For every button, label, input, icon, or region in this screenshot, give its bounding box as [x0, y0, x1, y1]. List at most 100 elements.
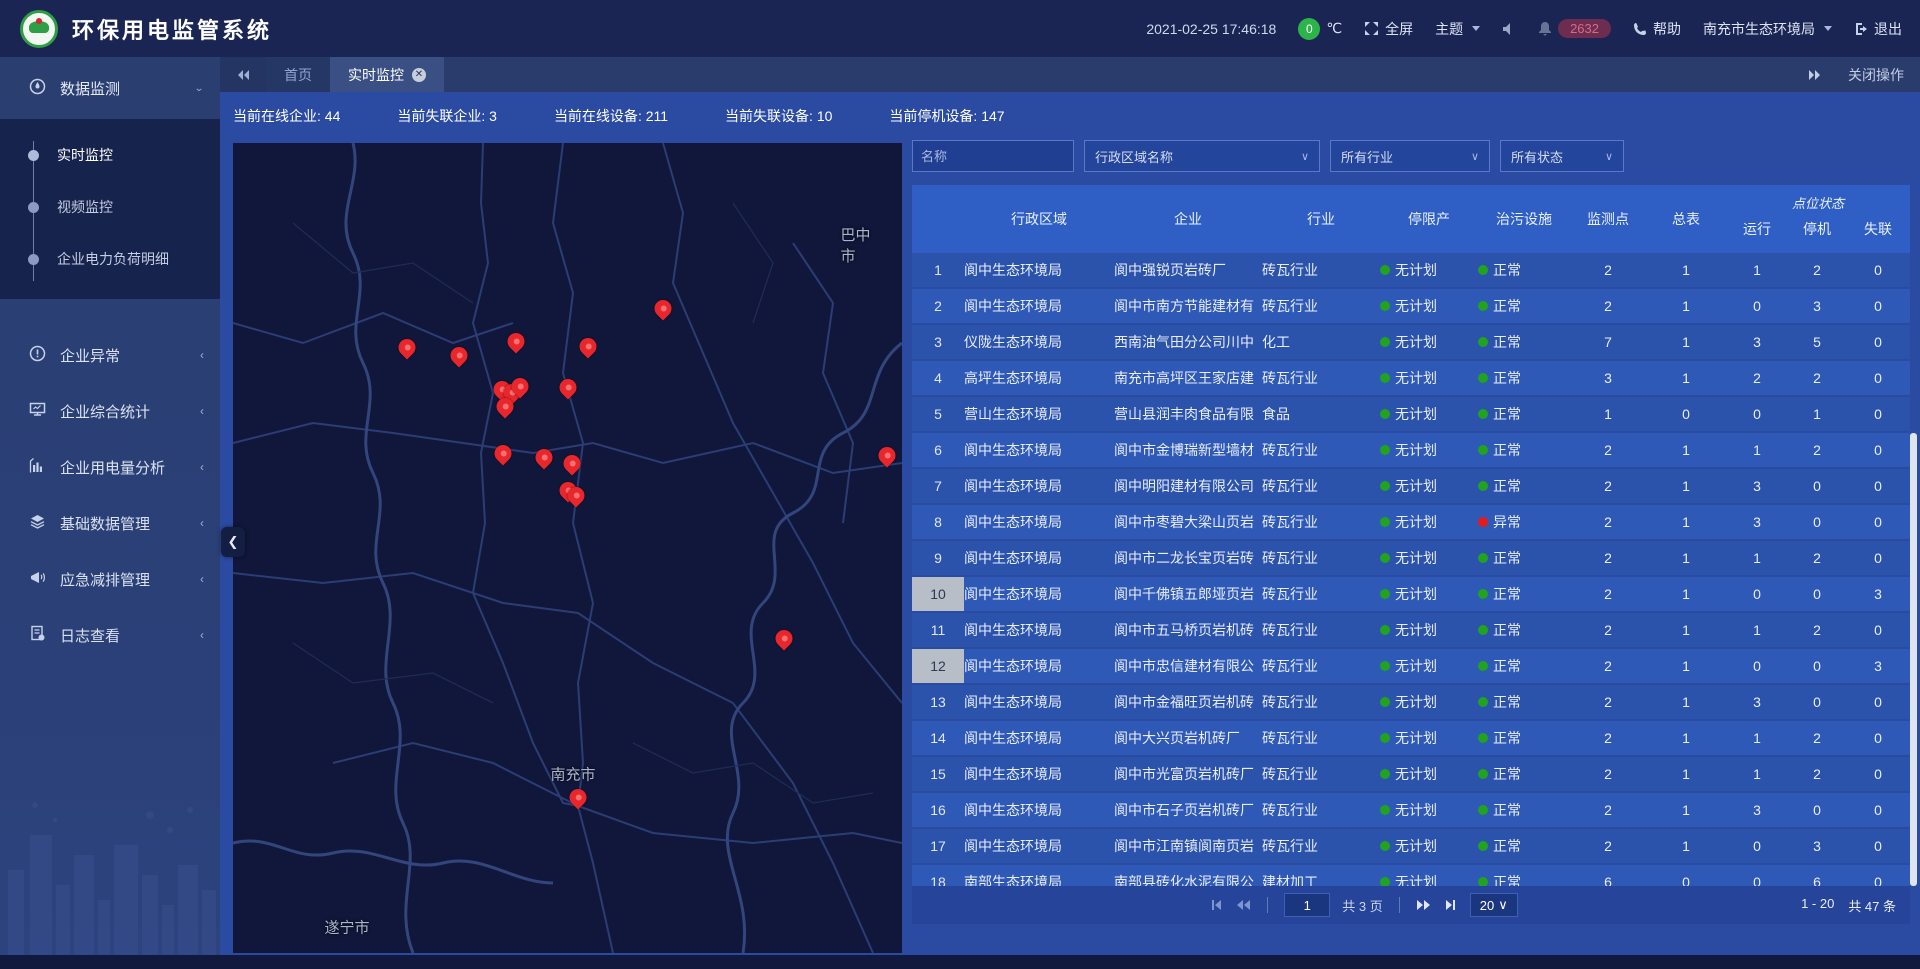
cell-industry: 砖瓦行业	[1262, 512, 1380, 532]
table-scrollbar-thumb[interactable]	[1910, 433, 1917, 886]
tab-close-icon[interactable]: ✕	[412, 68, 426, 82]
table-row[interactable]: 2 阆中生态环境局 阆中市南方节能建材有 砖瓦行业 无计划 正常 2 1 0 3…	[912, 289, 1910, 323]
cell-monitor-count: 2	[1570, 262, 1646, 278]
tab-home[interactable]: 首页	[266, 57, 330, 92]
table-row[interactable]: 5 营山生态环境局 营山县润丰肉食品有限 食品 无计划 正常 1 0 0 1 0	[912, 397, 1910, 431]
theme-dropdown[interactable]: 主题	[1435, 19, 1480, 39]
status-dot-icon	[1478, 805, 1488, 815]
map-panel[interactable]: ❮ 巴中市南充市遂宁市	[233, 143, 902, 953]
bullet-dot-icon	[28, 150, 39, 161]
notifications-button[interactable]: 2632	[1538, 19, 1611, 38]
table-row[interactable]: 14 阆中生态环境局 阆中大兴页岩机砖厂 砖瓦行业 无计划 正常 2 1 1 2…	[912, 721, 1910, 755]
sidebar-collapse-button[interactable]: ❮	[221, 527, 245, 557]
first-page-button[interactable]	[1209, 899, 1223, 911]
name-search-input[interactable]	[912, 140, 1074, 172]
cell-halt-count: 1	[1788, 406, 1846, 422]
cell-company: 西南油气田分公司川中	[1114, 332, 1262, 352]
help-button[interactable]: 帮助	[1633, 19, 1681, 39]
status-item: 当前在线设备: 211	[554, 106, 668, 126]
tab-realtime-monitoring[interactable]: 实时监控 ✕	[330, 57, 444, 92]
region-select[interactable]: 行政区域名称∨	[1084, 140, 1320, 172]
table-row[interactable]: 16 阆中生态环境局 阆中市石子页岩机砖厂 砖瓦行业 无计划 正常 2 1 3 …	[912, 793, 1910, 827]
cell-run-count: 1	[1726, 766, 1788, 782]
page-size-select[interactable]: 20∨	[1470, 893, 1518, 917]
cell-run-count: 0	[1726, 838, 1788, 854]
table-row[interactable]: 17 阆中生态环境局 阆中市江南镇阆南页岩 砖瓦行业 无计划 正常 2 1 0 …	[912, 829, 1910, 863]
megaphone-icon	[28, 569, 46, 590]
status-dot-icon	[1380, 769, 1390, 779]
user-org-dropdown[interactable]: 南充市生态环境局	[1703, 19, 1832, 39]
page-number-input[interactable]	[1284, 893, 1330, 917]
bar-chart-icon	[28, 457, 46, 478]
sidebar-item-power-usage-analysis[interactable]: 企业用电量分析‹	[0, 439, 220, 495]
row-number: 16	[912, 793, 964, 827]
cell-industry: 砖瓦行业	[1262, 476, 1380, 496]
status-select[interactable]: 所有状态∨	[1500, 140, 1624, 172]
cell-company: 南充市高坪区王家店建	[1114, 368, 1262, 388]
temperature-badge: 0	[1298, 18, 1320, 40]
sidebar-item-data-monitoring[interactable]: 数据监测 ⌄	[0, 57, 220, 119]
status-dot-icon	[1478, 841, 1488, 851]
cell-run-count: 1	[1726, 262, 1788, 278]
table-row[interactable]: 10 阆中生态环境局 阆中千佛镇五郎垭页岩 砖瓦行业 无计划 正常 2 1 0 …	[912, 577, 1910, 611]
datetime: 2021-02-25 17:46:18	[1146, 21, 1276, 37]
sidebar-item-enterprise-statistics[interactable]: 企业综合统计‹	[0, 383, 220, 439]
cell-region: 阆中生态环境局	[964, 800, 1114, 820]
cell-company: 阆中市金福旺页岩机砖	[1114, 692, 1262, 712]
status-dot-icon	[1380, 589, 1390, 599]
industry-select[interactable]: 所有行业∨	[1330, 140, 1490, 172]
table-row[interactable]: 8 阆中生态环境局 阆中市枣碧大梁山页岩 砖瓦行业 无计划 异常 2 1 3 0…	[912, 505, 1910, 539]
sidebar-item-enterprise-abnormal[interactable]: 企业异常‹	[0, 327, 220, 383]
cell-lost-count: 0	[1846, 730, 1910, 746]
cell-total-meter: 1	[1646, 802, 1726, 818]
cell-run-count: 1	[1726, 550, 1788, 566]
cell-region: 阆中生态环境局	[964, 440, 1114, 460]
cell-lost-count: 0	[1846, 802, 1910, 818]
table-row[interactable]: 11 阆中生态环境局 阆中市五马桥页岩机砖 砖瓦行业 无计划 正常 2 1 1 …	[912, 613, 1910, 647]
sidebar-item-emergency-reduction[interactable]: 应急减排管理‹	[0, 551, 220, 607]
status-dot-icon	[1380, 301, 1390, 311]
sidebar-item-power-load-detail[interactable]: 企业电力负荷明细	[0, 233, 220, 285]
logout-button[interactable]: 退出	[1854, 19, 1902, 39]
table-row[interactable]: 9 阆中生态环境局 阆中市二龙长宝页岩砖 砖瓦行业 无计划 正常 2 1 1 2…	[912, 541, 1910, 575]
tabs-scroll-right-button double-right-icon[interactable]	[1808, 69, 1822, 81]
fullscreen-button[interactable]: 全屏	[1364, 19, 1413, 39]
notification-count-badge: 2632	[1558, 19, 1611, 38]
prev-page-button[interactable]	[1235, 899, 1251, 911]
table-row[interactable]: 1 阆中生态环境局 阆中强锐页岩砖厂 砖瓦行业 无计划 正常 2 1 1 2 0	[912, 253, 1910, 287]
cell-region: 营山生态环境局	[964, 404, 1114, 424]
table-row[interactable]: 13 阆中生态环境局 阆中市金福旺页岩机砖 砖瓦行业 无计划 正常 2 1 3 …	[912, 685, 1910, 719]
map-city-label: 遂宁市	[324, 917, 369, 938]
sidebar-item-video-monitoring[interactable]: 视频监控	[0, 181, 220, 233]
table-row[interactable]: 7 阆中生态环境局 阆中明阳建材有限公司 砖瓦行业 无计划 正常 2 1 3 0…	[912, 469, 1910, 503]
close-operations-dropdown[interactable]: 关闭操作	[1848, 65, 1904, 85]
cell-total-meter: 0	[1646, 874, 1726, 886]
cell-halt-count: 2	[1788, 370, 1846, 386]
table-row[interactable]: 3 仪陇生态环境局 西南油气田分公司川中 化工 无计划 正常 7 1 3 5 0	[912, 325, 1910, 359]
sidebar-item-basic-data-management[interactable]: 基础数据管理‹	[0, 495, 220, 551]
cell-total-meter: 1	[1646, 478, 1726, 494]
cell-facility: 正常	[1478, 440, 1570, 460]
table-row[interactable]: 4 高坪生态环境局 南充市高坪区王家店建 砖瓦行业 无计划 正常 3 1 2 2…	[912, 361, 1910, 395]
row-number: 9	[912, 541, 964, 575]
sidebar-item-log-view[interactable]: 日志查看‹	[0, 607, 220, 663]
cell-lost-count: 0	[1846, 406, 1910, 422]
col-industry: 行业	[1262, 209, 1380, 229]
table-row[interactable]: 12 阆中生态环境局 阆中市忠信建材有限公 砖瓦行业 无计划 正常 2 1 0 …	[912, 649, 1910, 683]
status-dot-icon	[1380, 805, 1390, 815]
cell-total-meter: 1	[1646, 370, 1726, 386]
sidebar-submenu: 实时监控 视频监控 企业电力负荷明细	[0, 119, 220, 299]
cell-total-meter: 1	[1646, 730, 1726, 746]
double-left-icon	[236, 69, 250, 81]
table-row[interactable]: 18 南部生态环境局 南部县砖化水泥有限公 建材加工 无计划 正常 6 0 0 …	[912, 865, 1910, 886]
last-page-button[interactable]	[1444, 899, 1458, 911]
table-row[interactable]: 15 阆中生态环境局 阆中市光富页岩机砖厂 砖瓦行业 无计划 正常 2 1 1 …	[912, 757, 1910, 791]
next-page-button[interactable]	[1416, 899, 1432, 911]
sidebar-item-realtime-monitoring[interactable]: 实时监控	[0, 129, 220, 181]
sound-button[interactable]	[1502, 22, 1516, 36]
cell-lost-count: 0	[1846, 478, 1910, 494]
tabs-scroll-left-button[interactable]	[220, 57, 266, 92]
table-row[interactable]: 6 阆中生态环境局 阆中市金博瑞新型墙材 砖瓦行业 无计划 正常 2 1 1 2…	[912, 433, 1910, 467]
cell-company: 阆中市南方节能建材有	[1114, 296, 1262, 316]
row-number: 3	[912, 325, 964, 359]
